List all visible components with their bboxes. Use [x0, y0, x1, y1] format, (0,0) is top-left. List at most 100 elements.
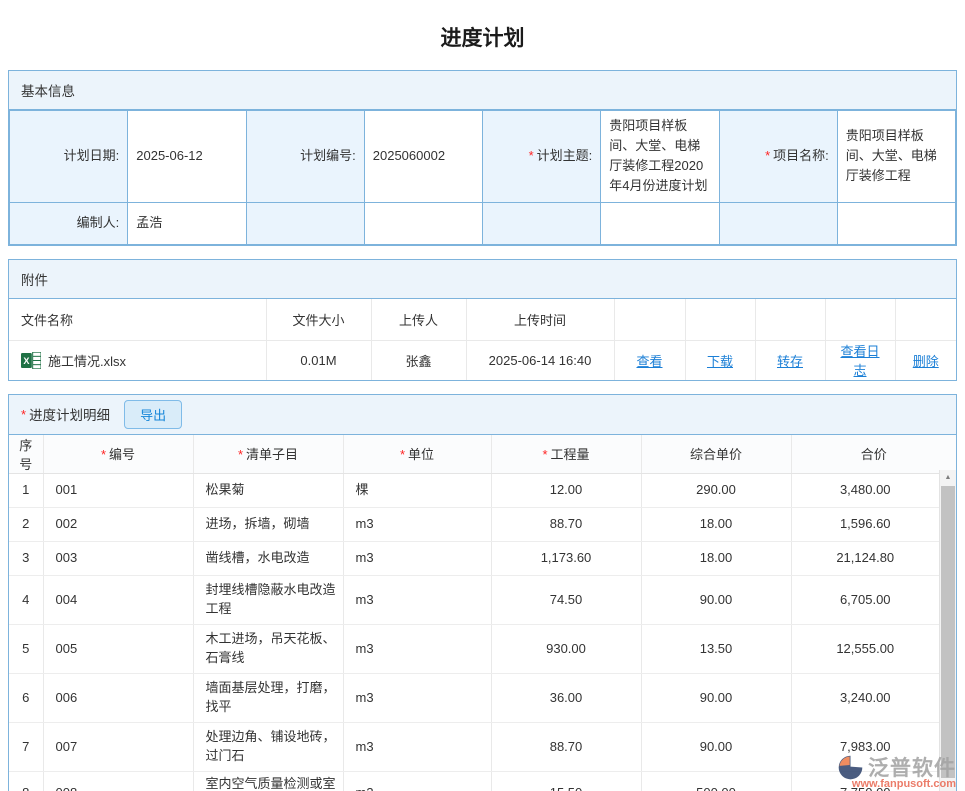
col-total: 合价 [791, 435, 956, 474]
seq-cell: 8 [9, 772, 43, 791]
basic-info-section: 基本信息 计划日期: 2025-06-12 计划编号: 2025060002 *… [8, 70, 957, 246]
required-marker: * [765, 148, 770, 163]
item-cell: 松果菊 [193, 474, 343, 508]
seq-cell: 3 [9, 542, 43, 576]
quantity-cell: 88.70 [491, 508, 641, 542]
quantity-cell: 12.00 [491, 474, 641, 508]
item-cell: 封埋线槽隐蔽水电改造工程 [193, 576, 343, 625]
unit-cell: m3 [343, 576, 491, 625]
empty-label-cell [246, 202, 364, 244]
view-link[interactable]: 查看 [636, 354, 662, 369]
col-uploader: 上传人 [371, 299, 466, 341]
project-name-label: *项目名称: [719, 111, 837, 203]
table-row: 1 001 松果菊 棵 12.00 290.00 3,480.00 [9, 474, 939, 508]
table-row: 7 007 处理边角、铺设地砖，过门石 m3 88.70 90.00 7,983… [9, 723, 939, 772]
scroll-up-icon[interactable]: ▲ [940, 470, 956, 485]
detail-table-body: 1 001 松果菊 棵 12.00 290.00 3,480.00 2 002 … [9, 474, 939, 791]
required-marker: * [21, 407, 26, 422]
seq-cell: 5 [9, 625, 43, 674]
detail-section: * 进度计划明细 导出 序号 *编号 *清单子目 *单位 *工程量 综合单价 合… [8, 394, 957, 791]
download-link[interactable]: 下载 [707, 354, 733, 369]
scrollbar-thumb[interactable] [941, 486, 955, 778]
plan-date-value: 2025-06-12 [128, 111, 246, 203]
total-cell: 1,596.60 [791, 508, 939, 542]
required-marker: * [101, 447, 106, 462]
empty-label-cell [719, 202, 837, 244]
empty-value-cell [837, 202, 955, 244]
save-as-link[interactable]: 转存 [777, 354, 803, 369]
required-marker: * [529, 148, 534, 163]
file-name: 施工情况.xlsx [48, 351, 126, 370]
quantity-cell: 88.70 [491, 723, 641, 772]
total-cell: 7,750.00 [791, 772, 939, 791]
attachments-section-header: 附件 [9, 260, 956, 299]
unit-cell: m3 [343, 508, 491, 542]
empty-value-cell [601, 202, 719, 244]
seq-cell: 6 [9, 674, 43, 723]
delete-link[interactable]: 删除 [913, 354, 939, 369]
basic-info-table: 计划日期: 2025-06-12 计划编号: 2025060002 *计划主题:… [9, 110, 956, 245]
compiler-label: 编制人: [10, 202, 128, 244]
excel-file-icon: X [21, 352, 41, 369]
col-code: *编号 [43, 435, 193, 474]
page-title: 进度计划 [0, 22, 965, 52]
required-marker: * [542, 447, 547, 462]
item-cell: 处理边角、铺设地砖，过门石 [193, 723, 343, 772]
col-action [825, 299, 895, 341]
unit-price-cell: 18.00 [641, 542, 791, 576]
seq-cell: 7 [9, 723, 43, 772]
empty-value-cell [364, 202, 482, 244]
item-cell: 木工进场，吊天花板、石膏线 [193, 625, 343, 674]
detail-table-area: 序号 *编号 *清单子目 *单位 *工程量 综合单价 合价 1 001 松果菊 … [9, 435, 956, 791]
quantity-cell: 930.00 [491, 625, 641, 674]
quantity-cell: 74.50 [491, 576, 641, 625]
unit-price-cell: 13.50 [641, 625, 791, 674]
project-name-value: 贵阳项目样板间、大堂、电梯厅装修工程 [837, 111, 955, 203]
col-action [685, 299, 755, 341]
quantity-cell: 15.50 [491, 772, 641, 791]
table-row: 8 008 室内空气质量检测或室内空气污染综合治理; m3 15.50 500.… [9, 772, 939, 791]
detail-table-header: 序号 *编号 *清单子目 *单位 *工程量 综合单价 合价 [9, 435, 956, 474]
plan-subject-label: *计划主题: [483, 111, 601, 203]
table-row: 2 002 进场，拆墙，砌墙 m3 88.70 18.00 1,596.60 [9, 508, 939, 542]
svg-text:X: X [23, 356, 30, 366]
view-log-link[interactable]: 查看日志 [840, 344, 879, 378]
unit-cell: m3 [343, 625, 491, 674]
item-cell: 凿线槽，水电改造 [193, 542, 343, 576]
total-cell: 3,480.00 [791, 474, 939, 508]
export-button[interactable]: 导出 [124, 400, 182, 429]
attachments-table: 文件名称 文件大小 上传人 上传时间 X [9, 299, 956, 380]
unit-price-cell: 290.00 [641, 474, 791, 508]
empty-label-cell [483, 202, 601, 244]
unit-cell: m3 [343, 674, 491, 723]
plan-subject-value: 贵阳项目样板间、大堂、电梯厅装修工程2020年4月份进度计划 [601, 111, 719, 203]
col-unit: *单位 [343, 435, 491, 474]
attachments-section: 附件 文件名称 文件大小 上传人 上传时间 X [8, 259, 957, 381]
plan-date-label: 计划日期: [10, 111, 128, 203]
table-row: 4 004 封埋线槽隐蔽水电改造工程 m3 74.50 90.00 6,705.… [9, 576, 939, 625]
col-file-size: 文件大小 [266, 299, 371, 341]
detail-section-title: 进度计划明细 [29, 404, 110, 424]
total-cell: 6,705.00 [791, 576, 939, 625]
compiler-value: 孟浩 [128, 202, 246, 244]
unit-price-cell: 18.00 [641, 508, 791, 542]
uploader: 张鑫 [371, 341, 466, 380]
item-cell: 室内空气质量检测或室内空气污染综合治理; [193, 772, 343, 791]
total-cell: 7,983.00 [791, 723, 939, 772]
col-seq: 序号 [9, 435, 43, 474]
table-row: 6 006 墙面基层处理，打磨，找平 m3 36.00 90.00 3,240.… [9, 674, 939, 723]
seq-cell: 1 [9, 474, 43, 508]
unit-cell: 棵 [343, 474, 491, 508]
vertical-scrollbar[interactable]: ▲ ▼ [939, 470, 956, 791]
col-unit-price: 综合单价 [641, 435, 791, 474]
required-marker: * [238, 447, 243, 462]
seq-cell: 4 [9, 576, 43, 625]
unit-price-cell: 90.00 [641, 576, 791, 625]
code-cell: 005 [43, 625, 193, 674]
table-row: 3 003 凿线槽，水电改造 m3 1,173.60 18.00 21,124.… [9, 542, 939, 576]
total-cell: 3,240.00 [791, 674, 939, 723]
unit-cell: m3 [343, 542, 491, 576]
file-size: 0.01M [266, 341, 371, 380]
quantity-cell: 1,173.60 [491, 542, 641, 576]
code-cell: 001 [43, 474, 193, 508]
